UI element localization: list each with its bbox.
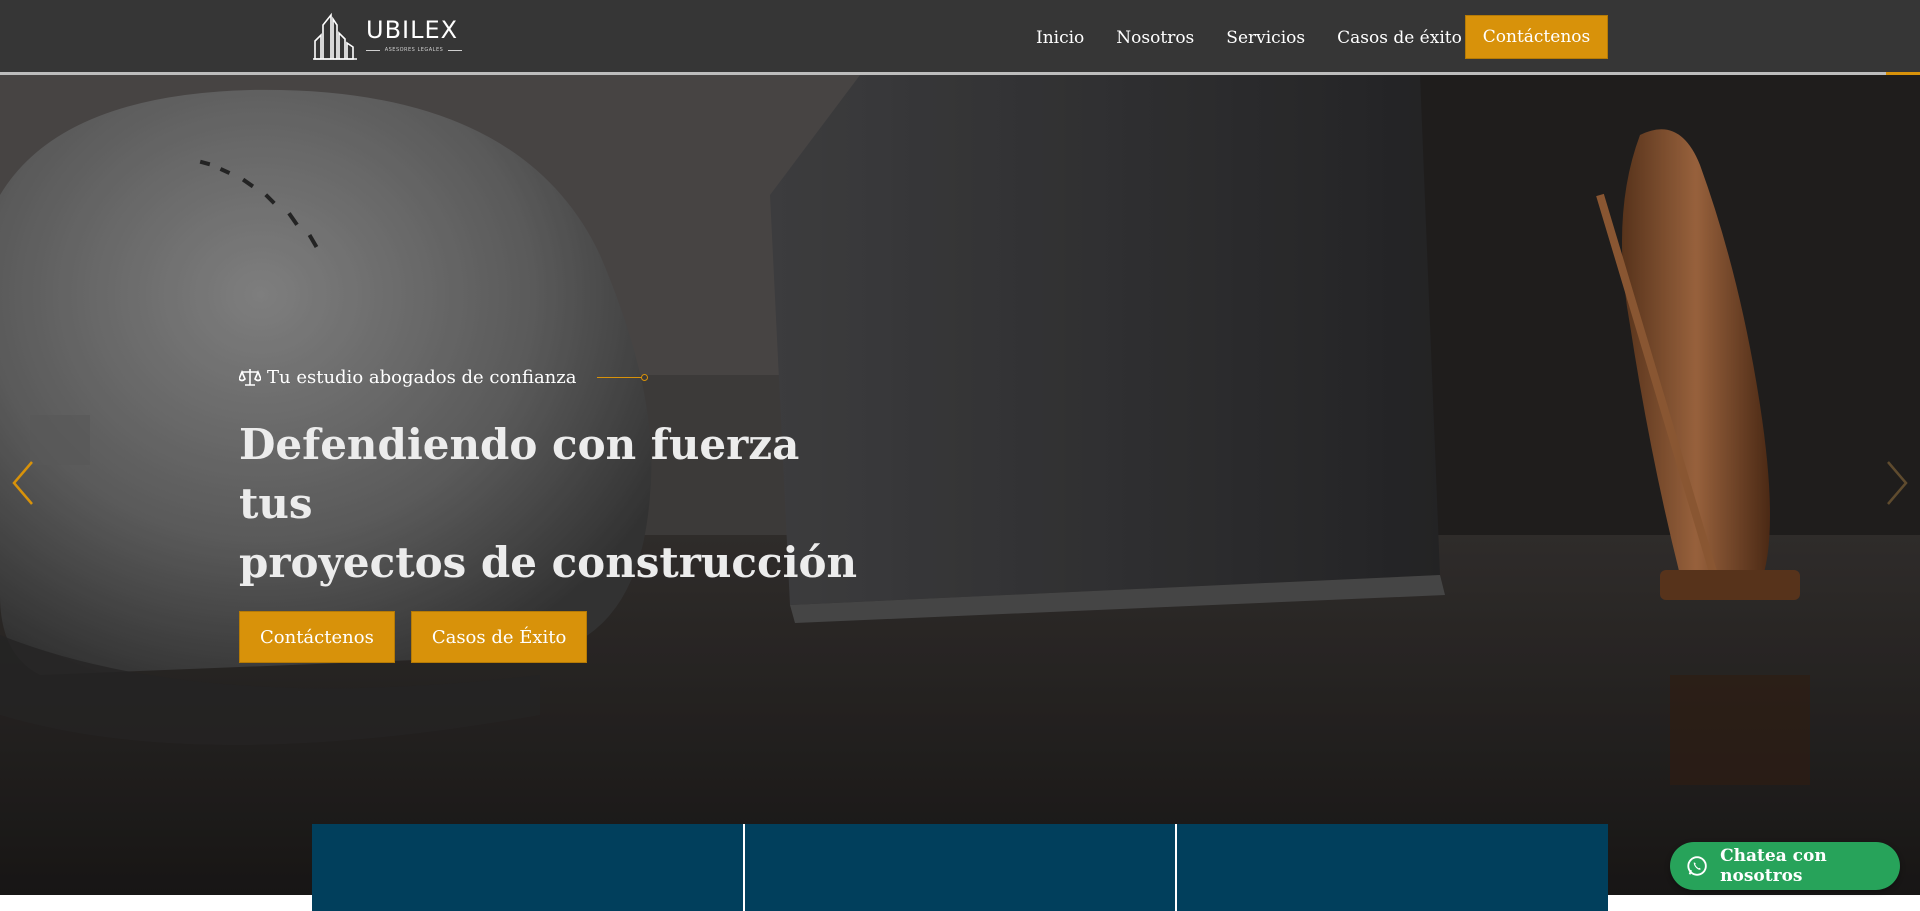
hero-title-line1: Defendiendo con fuerza tus [239,420,800,528]
feature-card [1177,824,1609,911]
navbar: UBILEX ASESORES LEGALES Inicio Nosotros … [0,0,1920,75]
whatsapp-chat-button[interactable]: Chatea con nosotros [1670,842,1900,890]
feature-card [744,824,1178,911]
whatsapp-label: Chatea con nosotros [1720,846,1827,886]
hero-eyebrow-text: Tu estudio abogados de confianza [267,366,577,388]
hero-cases-button[interactable]: Casos de Éxito [410,611,588,663]
main-nav: Inicio Nosotros Servicios Casos de éxito [1036,0,1494,75]
hero-title: Defendiendo con fuerza tus proyectos de … [239,415,859,592]
hero-title-line2: proyectos de construcción [239,538,858,587]
logo-buildings-icon [313,12,357,60]
hero-slider: Tu estudio abogados de confianza Defendi… [0,75,1920,895]
slider-prev-arrow-icon[interactable] [10,460,36,506]
whatsapp-icon [1687,856,1707,876]
nav-link-servicios[interactable]: Servicios [1226,28,1305,48]
nav-link-casos[interactable]: Casos de éxito [1337,28,1462,48]
nav-link-inicio[interactable]: Inicio [1036,28,1084,48]
feature-band [312,824,1609,911]
hero-content: Tu estudio abogados de confianza Defendi… [239,365,859,663]
feature-card [312,824,745,911]
eyebrow-decor-line [596,373,648,381]
hero-eyebrow: Tu estudio abogados de confianza [239,365,859,389]
scale-icon [239,369,261,386]
nav-link-nosotros[interactable]: Nosotros [1116,28,1194,48]
logo-tagline: ASESORES LEGALES [366,47,462,53]
nav-contact-button[interactable]: Contáctenos [1465,15,1608,59]
hero-buttons: Contáctenos Casos de Éxito [239,611,859,663]
logo[interactable]: UBILEX ASESORES LEGALES [311,11,463,61]
navbar-accent-strip [1886,72,1920,75]
logo-text: UBILEX [366,16,459,44]
slider-next-arrow-icon[interactable] [1884,460,1910,506]
hero-contact-button[interactable]: Contáctenos [239,611,395,663]
